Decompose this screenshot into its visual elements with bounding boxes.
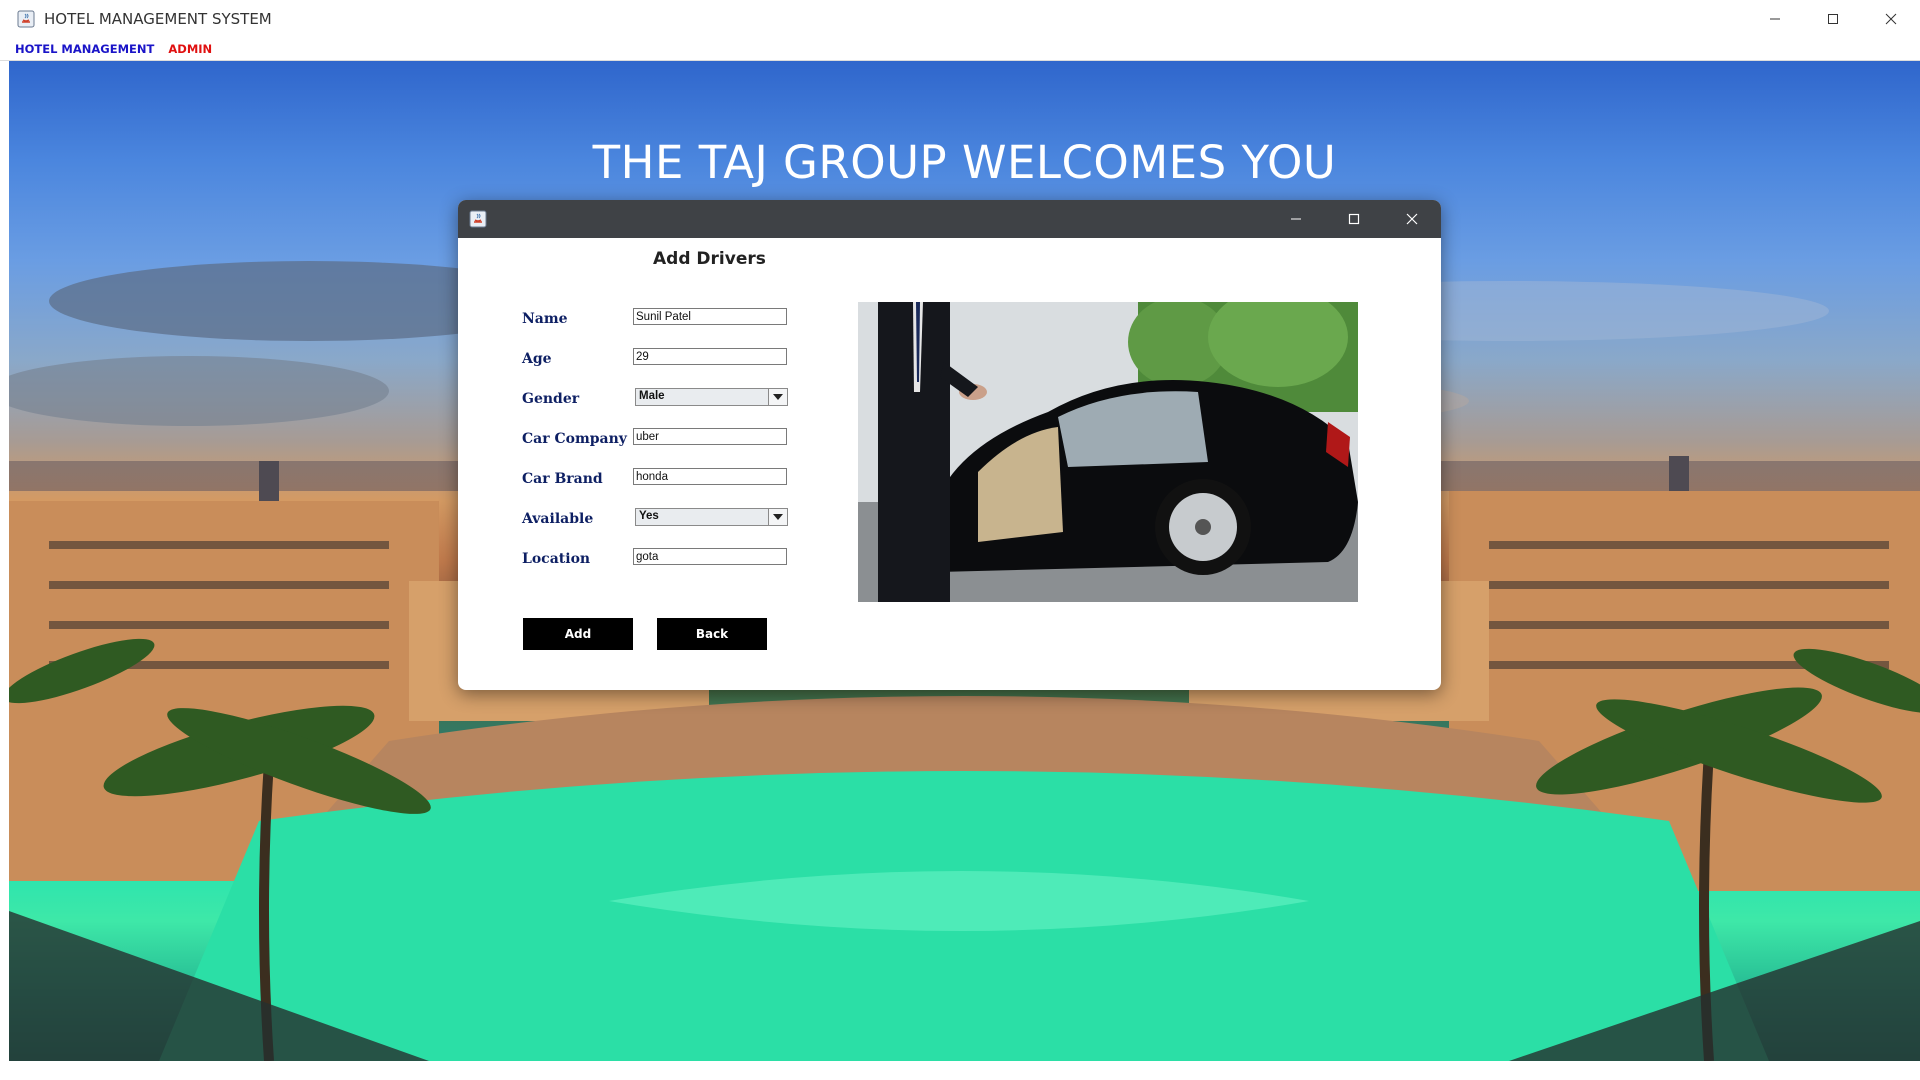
car-brand-field[interactable]: honda <box>633 468 787 485</box>
add-button[interactable]: Add <box>523 618 633 650</box>
window-title: HOTEL MANAGEMENT SYSTEM <box>44 10 272 28</box>
java-app-icon <box>16 9 36 29</box>
available-label: Available <box>522 511 594 527</box>
dialog-titlebar[interactable] <box>458 200 1441 238</box>
gender-label: Gender <box>522 391 580 407</box>
dialog-maximize-icon[interactable] <box>1325 200 1383 238</box>
menubar: HOTEL MANAGEMENT ADMIN <box>0 38 1920 61</box>
gender-dropdown[interactable]: Male <box>635 388 788 406</box>
bottom-strip <box>0 1061 1920 1080</box>
age-label: Age <box>522 351 552 367</box>
dialog-minimize-icon[interactable] <box>1267 200 1325 238</box>
dialog-close-icon[interactable] <box>1383 200 1441 238</box>
dialog-body: Add Drivers Name Sunil Patel Age 29 Gend… <box>458 238 1441 690</box>
name-field[interactable]: Sunil Patel <box>633 308 787 325</box>
dialog-heading: Add Drivers <box>653 249 766 269</box>
maximize-icon[interactable] <box>1804 0 1862 38</box>
name-label: Name <box>522 311 568 327</box>
location-label: Location <box>522 551 591 567</box>
chevron-down-icon[interactable] <box>768 389 787 405</box>
main-titlebar: HOTEL MANAGEMENT SYSTEM <box>0 0 1920 38</box>
car-company-label: Car Company <box>522 431 627 447</box>
car-brand-label: Car Brand <box>522 471 603 487</box>
available-dropdown[interactable]: Yes <box>635 508 788 526</box>
car-company-field[interactable]: uber <box>633 428 787 445</box>
close-icon[interactable] <box>1862 0 1920 38</box>
available-value: Yes <box>639 510 659 522</box>
back-button[interactable]: Back <box>657 618 767 650</box>
chauffeur-car-image <box>858 302 1358 602</box>
location-field[interactable]: gota <box>633 548 787 565</box>
age-field[interactable]: 29 <box>633 348 787 365</box>
welcome-title: THE TAJ GROUP WELCOMES YOU <box>592 136 1337 189</box>
add-drivers-dialog: Add Drivers Name Sunil Patel Age 29 Gend… <box>458 200 1441 690</box>
menu-hotel-management[interactable]: HOTEL MANAGEMENT <box>15 42 154 56</box>
minimize-icon[interactable] <box>1746 0 1804 38</box>
gender-value: Male <box>639 390 665 402</box>
java-app-icon <box>468 209 488 229</box>
menu-admin[interactable]: ADMIN <box>168 42 212 56</box>
chevron-down-icon[interactable] <box>768 509 787 525</box>
